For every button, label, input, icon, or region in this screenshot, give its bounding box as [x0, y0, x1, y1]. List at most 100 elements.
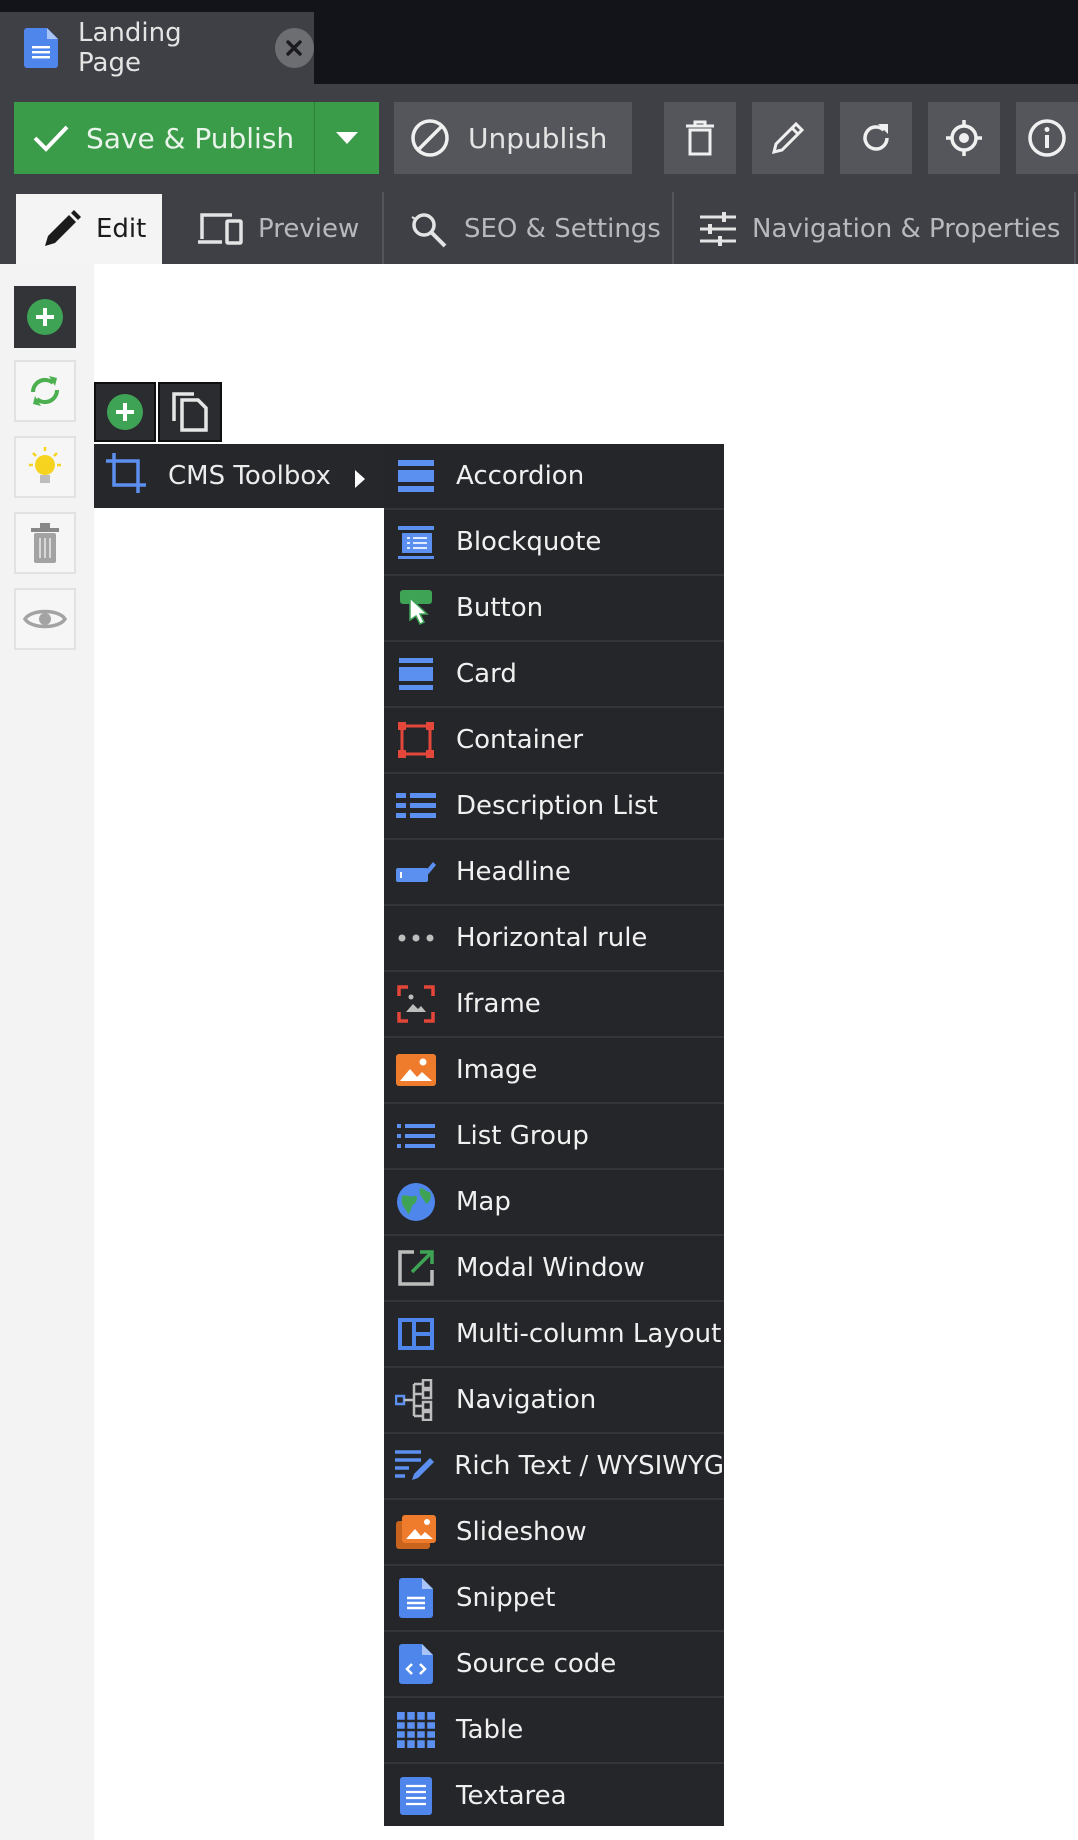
- menu-item-textarea[interactable]: Textarea: [384, 1764, 724, 1828]
- menu-item-navigation[interactable]: Navigation: [384, 1368, 724, 1434]
- tab-navigation-properties[interactable]: Navigation & Properties: [698, 194, 1060, 264]
- paste-brick-button[interactable]: [158, 382, 222, 442]
- map-icon: [394, 1180, 438, 1224]
- hints-button[interactable]: [14, 436, 76, 498]
- container-icon: [394, 718, 438, 762]
- table-icon: [394, 1708, 438, 1752]
- blockquote-icon: [394, 520, 438, 564]
- menu-item-description-list[interactable]: Description List: [384, 774, 724, 840]
- sync-icon: [30, 376, 60, 406]
- list-group-icon: [394, 1114, 438, 1158]
- modal-window-icon: [394, 1246, 438, 1290]
- button-icon: [394, 586, 438, 630]
- tab-seo-settings[interactable]: SEO & Settings: [408, 194, 661, 264]
- close-tab-icon[interactable]: [274, 28, 314, 68]
- search-settings-icon: [411, 213, 447, 248]
- tab-divider: [672, 192, 674, 264]
- delete-button[interactable]: [664, 102, 736, 174]
- pencil-icon: [45, 210, 81, 246]
- add-brick-button[interactable]: [94, 382, 156, 442]
- tab-preview[interactable]: Preview: [196, 194, 359, 264]
- info-button[interactable]: [1016, 102, 1078, 174]
- menu-item-multi-column-layout[interactable]: Multi-column Layout: [384, 1302, 724, 1368]
- devices-icon: [198, 213, 243, 245]
- visibility-button[interactable]: [14, 588, 76, 650]
- trash-icon: [686, 120, 714, 156]
- document-tab-title: Landing Page: [78, 18, 182, 78]
- cms-toolbox-label: CMS Toolbox: [168, 461, 331, 491]
- delete-area-button[interactable]: [14, 512, 76, 574]
- source-code-icon: [394, 1642, 438, 1686]
- submenu-arrow-icon: [354, 466, 366, 496]
- menu-item-iframe[interactable]: Iframe: [384, 972, 724, 1038]
- copy-icon: [172, 392, 208, 432]
- tab-seo-label: SEO & Settings: [464, 214, 661, 244]
- menu-item-accordion[interactable]: Accordion: [384, 444, 724, 510]
- crop-frame-icon: [104, 451, 148, 502]
- rich-text-icon: [394, 1444, 436, 1488]
- iframe-icon: [394, 982, 438, 1026]
- save-options-dropdown[interactable]: [314, 102, 379, 174]
- unpublish-label: Unpublish: [468, 121, 608, 155]
- menu-item-blockquote[interactable]: Blockquote: [384, 510, 724, 576]
- document-tab-strip: Landing Page: [0, 0, 1078, 84]
- plus-circle-icon: [107, 394, 143, 430]
- rename-button[interactable]: [752, 102, 824, 174]
- menu-item-button[interactable]: Button: [384, 576, 724, 642]
- editmode-sidebar: [0, 264, 94, 1840]
- pencil-icon: [771, 121, 805, 155]
- tab-preview-label: Preview: [258, 214, 360, 244]
- save-publish-button[interactable]: Save & Publish: [14, 102, 314, 174]
- checkmark-icon: [33, 125, 69, 152]
- description-list-icon: [394, 784, 438, 828]
- reload-button[interactable]: [840, 102, 912, 174]
- menu-item-source-code[interactable]: Source code: [384, 1632, 724, 1698]
- tab-edit-label: Edit: [96, 214, 147, 244]
- menu-item-list-group[interactable]: List Group: [384, 1104, 724, 1170]
- sliders-icon: [700, 212, 736, 246]
- textarea-icon: [394, 1774, 438, 1818]
- tab-nav-label: Navigation & Properties: [752, 214, 1061, 244]
- menu-item-map[interactable]: Map: [384, 1170, 724, 1236]
- unpublish-button[interactable]: Unpublish: [394, 102, 632, 174]
- horizontal-rule-icon: [394, 916, 438, 960]
- menu-item-container[interactable]: Container: [384, 708, 724, 774]
- add-block-button[interactable]: [14, 286, 76, 348]
- card-icon: [394, 652, 438, 696]
- menu-item-slideshow[interactable]: Slideshow: [384, 1500, 724, 1566]
- menu-item-rich-text[interactable]: Rich Text / WYSIWYG: [384, 1434, 724, 1500]
- headline-icon: [394, 850, 438, 894]
- document-tab[interactable]: Landing Page: [0, 12, 314, 84]
- menu-item-modal-window[interactable]: Modal Window: [384, 1236, 724, 1302]
- editor-toolbar: Save & Publish Unpublish: [0, 84, 1078, 192]
- target-icon: [946, 120, 982, 156]
- trash-icon: [31, 523, 59, 563]
- save-publish-label: Save & Publish: [86, 121, 295, 155]
- tab-edit[interactable]: Edit: [16, 194, 162, 264]
- mode-tabs: Edit Preview SEO & Settings Navigation &…: [0, 192, 1078, 264]
- menu-item-image[interactable]: Image: [384, 1038, 724, 1104]
- ban-icon: [411, 119, 449, 157]
- snippet-icon: [394, 1576, 438, 1620]
- menu-item-horizontal-rule[interactable]: Horizontal rule: [384, 906, 724, 972]
- info-icon: [1028, 119, 1066, 157]
- locate-button[interactable]: [928, 102, 1000, 174]
- reload-areas-button[interactable]: [14, 360, 76, 422]
- document-icon: [24, 28, 58, 68]
- cms-toolbox-menu-item[interactable]: CMS Toolbox: [94, 444, 384, 508]
- slideshow-icon: [394, 1510, 438, 1554]
- navigation-icon: [394, 1378, 438, 1422]
- accordion-icon: [394, 454, 438, 498]
- tab-divider: [1074, 192, 1076, 264]
- refresh-icon: [863, 124, 889, 151]
- menu-item-headline[interactable]: Headline: [384, 840, 724, 906]
- eye-icon: [23, 609, 67, 629]
- menu-item-snippet[interactable]: Snippet: [384, 1566, 724, 1632]
- caret-down-icon: [336, 132, 358, 144]
- multi-column-layout-icon: [394, 1312, 438, 1356]
- menu-item-card[interactable]: Card: [384, 642, 724, 708]
- image-icon: [394, 1048, 438, 1092]
- lightbulb-icon: [29, 447, 61, 483]
- toolbox-submenu: Accordion Blockquote Button Card Contain…: [384, 444, 724, 1826]
- menu-item-table[interactable]: Table: [384, 1698, 724, 1764]
